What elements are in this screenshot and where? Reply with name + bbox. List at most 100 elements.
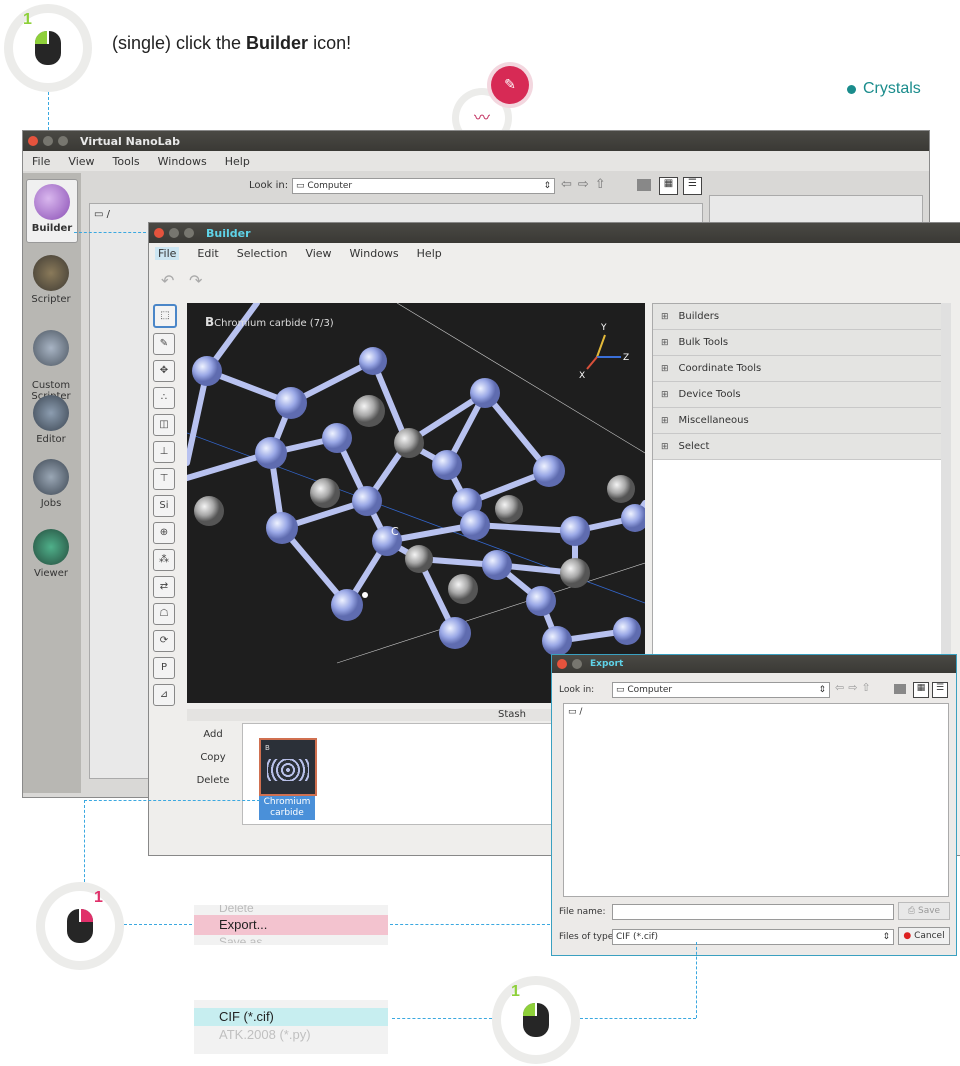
menu-help[interactable]: Help [417,247,442,260]
panel-select[interactable]: ⊞ Select [653,434,941,460]
file-name-input[interactable] [612,904,894,920]
ruler-tool-icon[interactable]: ⊤ [153,468,175,490]
menu-item-delete[interactable]: Delete [194,905,388,915]
connector-line [74,232,146,233]
list-view-icon[interactable]: ☰ [932,682,948,698]
align-tool-icon[interactable]: ⊥ [153,441,175,463]
atom-label: C [391,525,399,538]
close-icon[interactable] [154,228,164,238]
step-number: 1 [511,983,520,1000]
sidebar-item-jobs[interactable]: Jobs [26,459,76,509]
window-title: Virtual NanoLab [80,134,180,148]
transform-tool-icon[interactable]: ⇄ [153,576,175,598]
3d-viewport[interactable]: BChromium carbide (7/3) C Y X Z [187,303,645,703]
menu-windows[interactable]: Windows [158,155,207,168]
stash-item-label[interactable]: Chromium carbide [259,796,315,820]
menu-windows[interactable]: Windows [350,247,399,260]
look-in-label: Look in: [249,180,289,191]
panel-coordinate-tools[interactable]: ⊞ Coordinate Tools [653,356,941,382]
menu-file[interactable]: File [155,246,180,260]
structure-label: BChromium carbide (7/3) [205,315,334,329]
menu-item-export[interactable]: Export... [194,915,388,935]
menu-help[interactable]: Help [225,155,250,168]
save-button[interactable]: ⎙ Save [898,902,950,920]
files-of-type-select[interactable]: CIF (*.cif) ⇕ [612,929,894,945]
rotate-tool-icon[interactable]: ⟳ [153,630,175,652]
look-in-select[interactable]: ▭ Computer ⇕ [612,682,830,698]
stash-copy-button[interactable]: Copy [187,746,239,769]
nav-arrows-icon[interactable]: ⇦⇨⇧ [835,681,875,694]
folder-icon[interactable] [637,179,651,191]
builder-menubar: File Edit Selection View Windows Help [149,243,960,263]
sidebar-item-scripter[interactable]: Scripter [26,255,76,305]
maximize-icon[interactable] [58,136,68,146]
look-in-select[interactable]: ▭ Computer ⇕ [292,178,555,194]
atom-tool-icon[interactable]: ⊕ [153,522,175,544]
maximize-icon[interactable] [184,228,194,238]
panel-bulk-tools[interactable]: ⊞ Bulk Tools [653,330,941,356]
stash-add-button[interactable]: Add [187,723,239,746]
menu-view[interactable]: View [68,155,94,168]
grid-view-icon[interactable]: ▦ [659,177,678,195]
export-file-list[interactable]: ▭ / [563,703,949,897]
connector-line [124,924,192,925]
connector-line [696,942,697,1018]
sidebar-item-custom-scripter[interactable]: Custom Scripter [26,319,76,402]
folder-icon[interactable] [894,684,906,694]
jobs-icon [33,459,69,495]
sidebar-item-builder[interactable]: Builder [26,179,78,243]
grid-view-icon[interactable]: ▦ [913,682,929,698]
path-row[interactable]: ▭ / [564,704,948,720]
stash-buttons: Add Copy Delete [187,723,239,823]
stash-delete-button[interactable]: Delete [187,769,239,792]
connector-line [392,1018,492,1019]
redo-icon[interactable]: ↷ [189,271,202,290]
close-icon[interactable] [28,136,38,146]
file-type-menu: CIF (*.cif) ATK.2008 (*.py) [194,1000,388,1054]
close-icon[interactable] [557,659,567,669]
bond-tool-icon[interactable]: ∴ [153,387,175,409]
pen-icon: ✎ [491,66,529,104]
lasso-tool-icon[interactable]: ✎ [153,333,175,355]
sidebar-item-viewer[interactable]: Viewer [26,529,76,579]
panel-device-tools[interactable]: ⊞ Device Tools [653,382,941,408]
python-tool-icon[interactable]: P [153,657,175,679]
axes-tool-icon[interactable]: ⊿ [153,684,175,706]
element-tool-icon[interactable]: Si [153,495,175,517]
menu-item-atk2008[interactable]: ATK.2008 (*.py) [194,1026,388,1044]
minimize-icon[interactable] [43,136,53,146]
sidebar-item-editor[interactable]: Editor [26,395,76,445]
undo-icon[interactable]: ↶ [161,271,174,290]
cell-tool-icon[interactable]: ◫ [153,414,175,436]
mouse-badge-step2 [36,882,124,970]
panel-scrollbar[interactable] [941,303,951,703]
menu-view[interactable]: View [305,247,331,260]
menu-item-save-as[interactable]: Save as [194,935,388,943]
move-tool-icon[interactable]: ✥ [153,360,175,382]
list-view-icon[interactable]: ☰ [683,177,702,195]
panel-builders[interactable]: ⊞ Builders [653,304,941,330]
select-tool-icon[interactable]: ⬚ [153,304,177,328]
cancel-button[interactable]: ● Cancel [898,927,950,945]
menu-item-cif[interactable]: CIF (*.cif) [194,1008,388,1026]
dialog-title: Export [590,659,624,669]
connector-line [580,1018,696,1019]
minimize-icon[interactable] [169,228,179,238]
tools-panel: ⊞ Builders ⊞ Bulk Tools ⊞ Coordinate Tools … [652,303,942,705]
panel-miscellaneous[interactable]: ⊞ Miscellaneous [653,408,941,434]
connector-line [84,800,85,882]
menu-selection[interactable]: Selection [237,247,288,260]
builder-titlebar: Builder [149,223,960,243]
menu-tools[interactable]: Tools [113,155,140,168]
export-titlebar: Export [552,655,956,673]
maximize-icon[interactable] [572,659,582,669]
molecule-tool-icon[interactable]: ⁂ [153,549,175,571]
stash-thumbnail[interactable]: B [259,738,317,796]
bullet-icon [847,84,856,94]
mouse-icon [35,31,61,65]
nav-arrows-icon[interactable]: ⇦⇨⇧ [561,177,612,192]
ghost-tool-icon[interactable]: ☖ [153,603,175,625]
menu-file[interactable]: File [32,155,50,168]
window-title: Builder [206,226,251,240]
menu-edit[interactable]: Edit [197,247,218,260]
